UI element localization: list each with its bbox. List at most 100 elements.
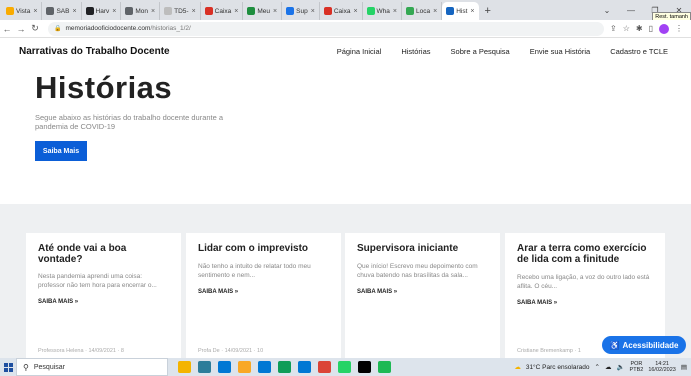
card-read-more-link[interactable]: SAIBA MAIS » — [38, 299, 169, 305]
taskbar-app-icon[interactable] — [258, 361, 271, 373]
tab-close-icon[interactable]: × — [353, 8, 357, 15]
volume-icon[interactable]: 🔈 — [616, 363, 624, 371]
notifications-icon[interactable]: ▤ — [681, 363, 687, 371]
search-icon: ⚲ — [23, 362, 29, 372]
taskbar-search-input[interactable]: ⚲ Pesquisar — [16, 358, 168, 376]
tab-close-icon[interactable]: × — [433, 8, 437, 15]
taskbar-app-icon[interactable] — [338, 361, 351, 373]
tab-favicon-icon — [366, 7, 375, 15]
tab-favicon-icon — [125, 7, 134, 15]
back-button[interactable]: ← — [0, 24, 14, 34]
card-excerpt: Recebo uma ligação, a voz do outro lado … — [517, 274, 650, 290]
browser-tab[interactable]: Wha × — [363, 2, 402, 20]
tab-favicon-icon — [247, 7, 256, 15]
network-icon[interactable]: ☁ — [605, 363, 612, 371]
tab-close-icon[interactable]: × — [151, 8, 155, 15]
tab-label: Caixa — [214, 7, 232, 15]
card-title[interactable]: Até onde vai a boa vontade? — [38, 243, 169, 265]
tab-label: TD5- — [174, 7, 189, 15]
taskbar-app-icon[interactable] — [198, 361, 211, 373]
nav-link-envie[interactable]: Envie sua História — [530, 47, 590, 56]
accessibility-icon: ♿ — [609, 340, 620, 350]
reload-button[interactable]: ↻ — [28, 23, 42, 34]
tab-favicon-icon — [46, 7, 55, 15]
tab-close-icon[interactable]: × — [192, 8, 196, 15]
browser-tab[interactable]: TD5- × — [160, 2, 201, 20]
browser-tab[interactable]: Hist × — [442, 2, 479, 20]
browser-tab[interactable]: Loca × — [402, 2, 443, 20]
address-bar: ← → ↻ 🔒 memoriadooficiodocente.com/histo… — [0, 20, 691, 38]
taskbar-app-icon[interactable] — [298, 361, 311, 373]
menu-icon[interactable]: ⋮ — [675, 24, 683, 33]
clock[interactable]: 14:21 16/02/2023 — [648, 361, 676, 374]
taskbar-search-placeholder: Pesquisar — [33, 363, 65, 371]
accessibility-label: Acessibilidade — [622, 340, 679, 350]
nav-link-sobre[interactable]: Sobre a Pesquisa — [451, 47, 510, 56]
browser-tab[interactable]: Mon × — [121, 2, 161, 20]
browser-tab[interactable]: Caixa × — [320, 2, 363, 20]
story-card-1[interactable]: Até onde vai a boa vontade? Nesta pandem… — [26, 233, 181, 358]
forward-button[interactable]: → — [14, 24, 28, 34]
browser-tab[interactable]: Harv × — [82, 2, 122, 20]
taskbar-app-icon[interactable] — [378, 361, 391, 373]
card-meta: Professora Helena · 14/09/2021 · 8 — [38, 348, 124, 354]
tab-close-icon[interactable]: × — [72, 8, 76, 15]
browser-tab[interactable]: Meu × — [243, 2, 283, 20]
taskbar-app-icon[interactable] — [318, 361, 331, 373]
taskbar-app-icon[interactable] — [178, 361, 191, 373]
nav-link-historias[interactable]: Histórias — [401, 47, 430, 56]
accessibility-button[interactable]: ♿ Acessibilidade — [602, 336, 686, 354]
share-icon[interactable]: ⇪ — [610, 24, 617, 33]
tray-chevron-icon[interactable]: ⌃ — [595, 363, 600, 371]
url-input[interactable]: 🔒 memoriadooficiodocente.com/historias_1… — [48, 21, 605, 36]
tab-search-icon[interactable]: ⌄ — [595, 6, 619, 15]
taskbar-app-icon[interactable] — [278, 361, 291, 373]
tab-favicon-icon — [6, 7, 14, 15]
taskbar-app-icon[interactable] — [238, 361, 251, 373]
extensions-icon[interactable]: ✱ — [636, 24, 643, 33]
minimize-button[interactable]: — — [619, 6, 643, 15]
tab-close-icon[interactable]: × — [273, 8, 277, 15]
page-title: Histórias — [35, 70, 173, 105]
weather-icon[interactable]: ☁ — [514, 363, 521, 371]
language-indicator[interactable]: POR PTB2 — [630, 361, 644, 374]
new-tab-button[interactable]: + — [479, 2, 497, 20]
tab-close-icon[interactable]: × — [311, 8, 315, 15]
tab-close-icon[interactable]: × — [470, 8, 474, 15]
tab-close-icon[interactable]: × — [33, 8, 37, 15]
card-title[interactable]: Supervisora iniciante — [357, 243, 488, 254]
story-card-3[interactable]: Supervisora iniciante Que início! Escrev… — [345, 233, 500, 358]
card-title[interactable]: Lidar com o imprevisto — [198, 243, 329, 254]
nav-link-home[interactable]: Página Inicial — [337, 47, 382, 56]
card-read-more-link[interactable]: SAIBA MAIS » — [517, 300, 653, 306]
taskbar-app-icon[interactable] — [358, 361, 371, 373]
story-card-2[interactable]: Lidar com o imprevisto Não tenho a intui… — [186, 233, 341, 358]
card-title[interactable]: Arar a terra como exercício de lida com … — [517, 243, 653, 265]
site-title[interactable]: Narrativas do Trabalho Docente — [19, 46, 170, 57]
site-nav: Página Inicial Histórias Sobre a Pesquis… — [337, 47, 668, 56]
keyboard-layout: PTB2 — [629, 367, 644, 373]
windows-taskbar: ⚲ Pesquisar ☁ 31°C Parc ensolarado ⌃ ☁ 🔈… — [0, 358, 691, 376]
nav-link-cadastro[interactable]: Cadastro e TCLE — [610, 47, 668, 56]
browser-tab[interactable]: SAB × — [42, 2, 82, 20]
profile-avatar[interactable] — [659, 23, 669, 34]
sidepanel-icon[interactable]: ▯ — [649, 24, 653, 33]
card-read-more-link[interactable]: SAIBA MAIS » — [198, 289, 329, 295]
tab-label: Loca — [416, 7, 431, 15]
tab-close-icon[interactable]: × — [393, 8, 397, 15]
tab-close-icon[interactable]: × — [234, 8, 238, 15]
bookmark-star-icon[interactable]: ☆ — [623, 24, 630, 33]
weather-text[interactable]: 31°C Parc ensolarado — [526, 364, 590, 371]
browser-tab-strip: Vista × SAB × Harv × Mon × TD5- × Caixa × Meu × Sup × Ca… — [0, 0, 691, 20]
tab-label: SAB — [56, 7, 70, 15]
tab-close-icon[interactable]: × — [112, 8, 116, 15]
start-button[interactable] — [0, 358, 16, 376]
browser-tab[interactable]: Sup × — [282, 2, 320, 20]
browser-tab[interactable]: Vista × — [2, 2, 43, 20]
card-meta: Profa De · 14/09/2021 · 10 — [198, 348, 264, 354]
card-read-more-link[interactable]: SAIBA MAIS » — [357, 289, 488, 295]
saiba-mais-button[interactable]: Saiba Mais — [35, 141, 87, 161]
browser-tab[interactable]: Caixa × — [201, 2, 244, 20]
taskbar-app-icon[interactable] — [218, 361, 231, 373]
tab-favicon-icon — [85, 7, 94, 15]
